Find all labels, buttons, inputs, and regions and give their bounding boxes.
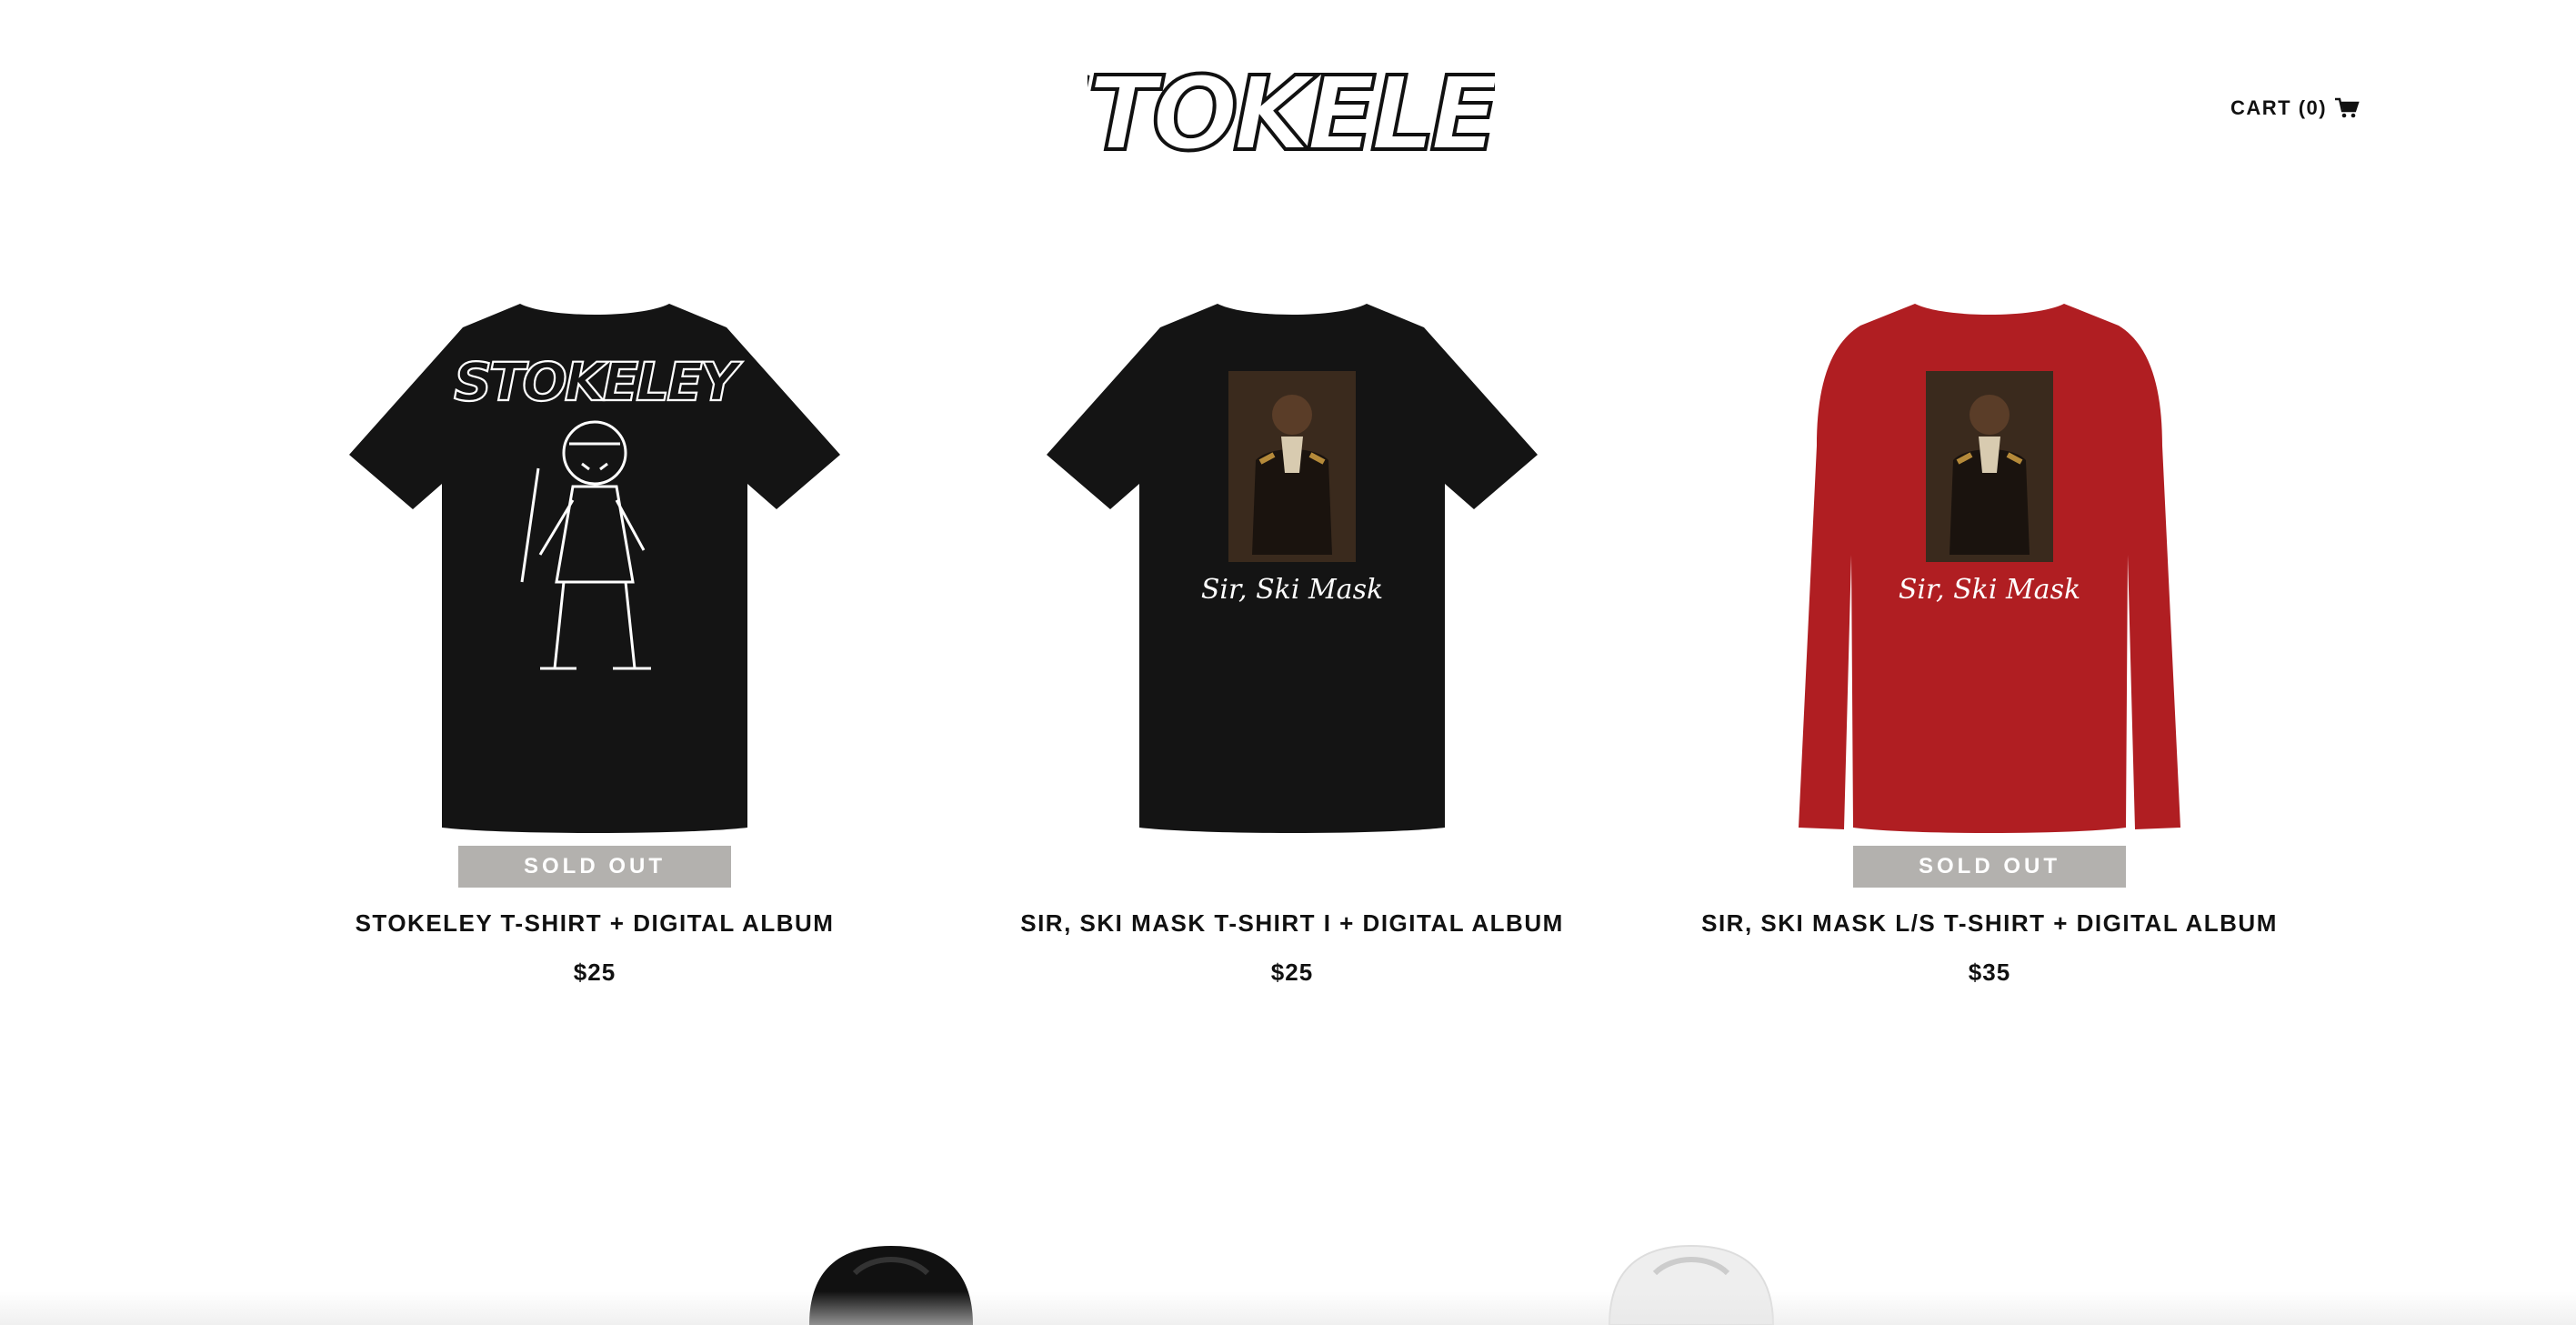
product-card[interactable]: Sir, Ski Mask SIR, SKI MASK T-SHIRT I + … bbox=[1010, 282, 1574, 1009]
cart-label: CART (0) bbox=[2230, 96, 2328, 119]
graphic-text: Sir, Ski Mask bbox=[1899, 574, 2080, 606]
hoodie-image[interactable] bbox=[1546, 1219, 1837, 1325]
logo-text: STOKELEY bbox=[1088, 55, 1495, 174]
hoodie-image[interactable] bbox=[746, 1219, 1037, 1325]
site-header: STOKELEY CART (0) bbox=[0, 0, 2576, 209]
product-title[interactable]: SIR, SKI MASK T-SHIRT I + DIGITAL ALBUM bbox=[937, 909, 1647, 938]
product-card[interactable]: Sir, Ski Mask SOLD OUT SIR, SKI MASK L/S… bbox=[1701, 282, 2276, 1009]
product-card[interactable]: STOKELEY SOLD OUT STOKELEY T-SHIRT + DIG… bbox=[313, 282, 877, 1009]
scroll-fade bbox=[0, 1291, 2576, 1325]
product-title[interactable]: SIR, SKI MASK L/S T-SHIRT + DIGITAL ALBU… bbox=[1635, 909, 2344, 938]
sold-out-badge: SOLD OUT bbox=[458, 846, 731, 888]
site-logo[interactable]: STOKELEY bbox=[1088, 33, 1495, 187]
product-title[interactable]: STOKELEY T-SHIRT + DIGITAL ALBUM bbox=[240, 909, 949, 938]
cart-link[interactable]: CART (0) bbox=[2230, 95, 2360, 122]
product-card[interactable] bbox=[1546, 1219, 1837, 1325]
product-image[interactable]: Sir, Ski Mask bbox=[1708, 282, 2271, 846]
cart-icon bbox=[2335, 97, 2360, 118]
product-image[interactable]: Sir, Ski Mask bbox=[1010, 282, 1574, 846]
product-price: $25 bbox=[1270, 959, 1314, 986]
graphic-text: STOKELEY bbox=[454, 351, 743, 413]
product-price: $25 bbox=[573, 959, 616, 986]
product-price: $35 bbox=[1968, 959, 2011, 986]
product-image[interactable]: STOKELEY bbox=[313, 282, 877, 846]
sold-out-badge: SOLD OUT bbox=[1853, 846, 2126, 888]
product-card[interactable] bbox=[746, 1219, 1037, 1325]
graphic-text: Sir, Ski Mask bbox=[1201, 574, 1383, 606]
